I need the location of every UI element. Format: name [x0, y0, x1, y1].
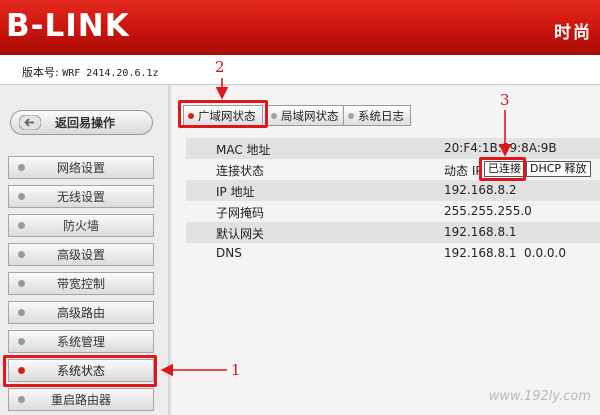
sidebar-item-label: 带宽控制 [56, 277, 105, 291]
bullet-icon [18, 338, 25, 345]
tab-lan-status[interactable]: 局域网状态 [266, 105, 346, 126]
sidebar-item-network[interactable]: 网络设置 [8, 156, 154, 179]
gateway-value: 192.168.8.1 [444, 225, 517, 239]
bullet-icon [271, 112, 277, 119]
bullet-icon [18, 251, 25, 258]
brand-logo: B-LINK [6, 8, 130, 44]
mask-value: 255.255.255.0 [444, 204, 532, 218]
tab-label: 局域网状态 [281, 108, 339, 123]
bullet-icon [348, 112, 354, 119]
dns-primary-value: 192.168.8.1 [444, 246, 517, 260]
connection-label: 连接状态 [216, 164, 265, 178]
site-watermark: www.192ly.com [488, 389, 591, 404]
ip-label: IP 地址 [216, 185, 255, 199]
bullet-icon [18, 222, 25, 229]
sidebar-item-label: 防火墙 [62, 219, 99, 233]
back-to-easy-setup-button[interactable]: 返回易操作 [10, 110, 153, 135]
tab-label: 系统日志 [358, 108, 404, 123]
panel-divider [168, 86, 170, 415]
annotation-box-3 [479, 157, 526, 181]
sidebar-item-label: 高级设置 [56, 248, 105, 262]
dns-label: DNS [216, 246, 242, 260]
sidebar-item-label: 网络设置 [56, 161, 105, 175]
table-row-mac: MAC 地址 20:F4:1B:89:8A:9B [186, 138, 600, 159]
back-arrow-icon [19, 115, 41, 130]
connection-mode: 动态 IP [444, 164, 483, 178]
table-row-dns: DNS 192.168.8.1 0.0.0.0 [186, 243, 600, 264]
version-value: WRF 2414.20.6.1z [62, 68, 159, 79]
annotation-number-3: 3 [500, 91, 510, 109]
gateway-label: 默认网关 [216, 227, 265, 241]
bullet-icon [18, 164, 25, 171]
ip-value: 192.168.8.2 [444, 183, 517, 197]
header-bar: B-LINK 时尚 [0, 0, 600, 55]
bullet-icon [18, 193, 25, 200]
brand-slogan: 时尚 [554, 23, 592, 43]
version-label-text: 版本号: [22, 66, 59, 79]
sidebar-item-firewall[interactable]: 防火墙 [8, 214, 154, 237]
annotation-number-1: 1 [231, 361, 241, 379]
annotation-box-1 [3, 355, 157, 387]
mask-label: 子网掩码 [216, 206, 265, 220]
sidebar-item-routing[interactable]: 高级路由 [8, 301, 154, 324]
sidebar-item-label: 高级路由 [56, 306, 105, 320]
sidebar-item-label: 重启路由器 [50, 393, 111, 407]
version-bar: 版本号: WRF 2414.20.6.1z [0, 55, 600, 85]
annotation-number-2: 2 [215, 58, 225, 76]
bullet-icon [18, 309, 25, 316]
back-button-label: 返回易操作 [55, 116, 116, 130]
annotation-box-2 [178, 100, 268, 128]
sidebar-item-wireless[interactable]: 无线设置 [8, 185, 154, 208]
mac-value: 20:F4:1B:89:8A:9B [444, 141, 557, 155]
mac-label: MAC 地址 [216, 143, 271, 157]
dns-secondary-value: 0.0.0.0 [524, 246, 566, 260]
table-row-ip: IP 地址 192.168.8.2 [186, 180, 600, 201]
sidebar-item-advanced[interactable]: 高级设置 [8, 243, 154, 266]
table-row-gateway: 默认网关 192.168.8.1 [186, 222, 600, 243]
sidebar-item-reboot[interactable]: 重启路由器 [8, 388, 154, 411]
table-row-connection: 连接状态 动态 IP 已连接 DHCP 释放 [186, 159, 600, 180]
dhcp-release-button[interactable]: DHCP 释放 [526, 161, 591, 177]
tab-system-log[interactable]: 系统日志 [343, 105, 411, 126]
sidebar-item-label: 系统管理 [56, 335, 105, 349]
bullet-icon [18, 396, 25, 403]
sidebar-item-bandwidth[interactable]: 带宽控制 [8, 272, 154, 295]
sidebar-item-system-admin[interactable]: 系统管理 [8, 330, 154, 353]
sidebar-item-label: 无线设置 [56, 190, 105, 204]
bullet-icon [18, 280, 25, 287]
table-row-mask: 子网掩码 255.255.255.0 [186, 201, 600, 222]
version-label: 版本号: WRF 2414.20.6.1z [22, 64, 159, 80]
